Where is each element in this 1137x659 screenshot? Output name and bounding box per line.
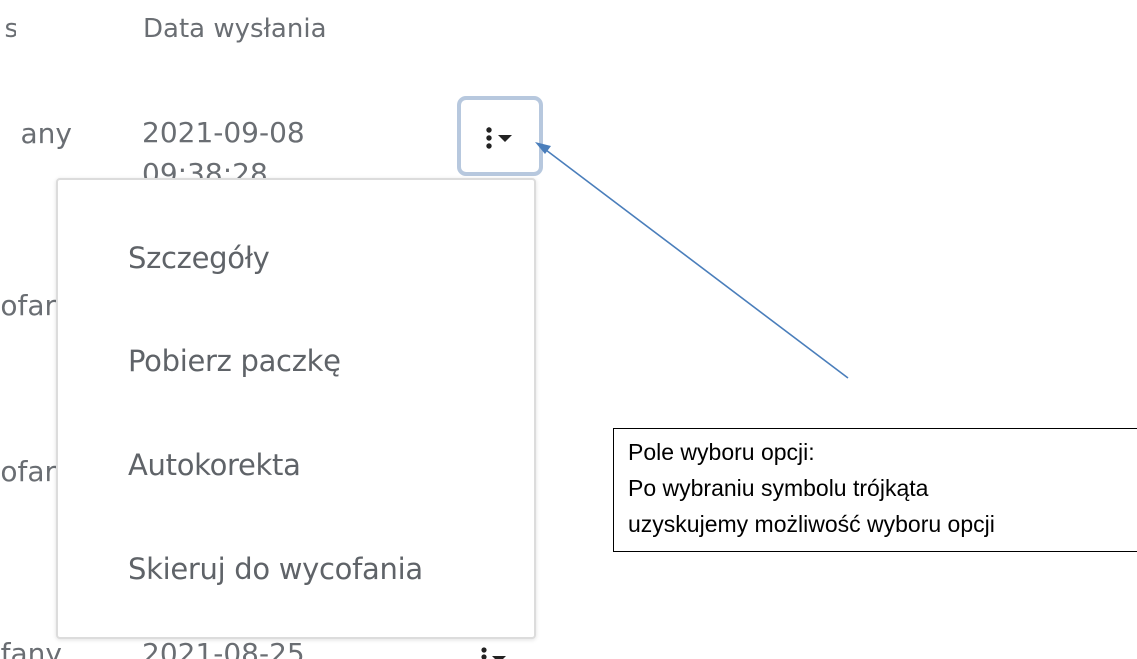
status-header-label: s: [4, 14, 16, 44]
row-1-time: 09:38:28: [142, 158, 402, 179]
annotation-line-1: Pole wyboru opcji:: [628, 439, 815, 465]
row-4-status: ofany: [0, 640, 62, 659]
annotation-callout: Pole wyboru opcji: Po wybraniu symbolu t…: [613, 428, 1137, 552]
row-actions-dropdown-button[interactable]: [457, 96, 543, 176]
date-column-header: Data wysłania: [143, 14, 327, 44]
row-4-date-label: 2021-08-25: [142, 640, 305, 659]
menu-item-send-to-withdrawal[interactable]: Skieruj do wycofania: [58, 536, 534, 600]
kebab-dropdown-icon: [481, 647, 506, 659]
row-3-status: ofar: [0, 458, 56, 492]
row-2-status: ofar: [0, 292, 56, 326]
status-column-header: s: [0, 14, 16, 50]
menu-item-details[interactable]: Szczegóły: [58, 225, 534, 289]
annotation-line-3: uzyskujemy możliwość wyboru opcji: [628, 511, 995, 537]
row-1-date: 2021-09-08: [142, 116, 305, 149]
row-4-status-label: ofany: [0, 640, 62, 659]
menu-item-label: Pobierz paczkę: [128, 344, 341, 378]
row-2-status-label: ofar: [0, 292, 56, 322]
menu-item-label: Skieruj do wycofania: [128, 552, 423, 586]
menu-item-download-package[interactable]: Pobierz paczkę: [58, 328, 534, 392]
kebab-dropdown-icon: [486, 127, 512, 149]
row-4-actions-button[interactable]: [478, 646, 518, 659]
annotation-line-2: Po wybraniu symbolu trójkąta: [628, 475, 929, 501]
row-3-status-label: ofar: [0, 458, 56, 488]
menu-item-autocorrect[interactable]: Autokorekta: [58, 432, 534, 496]
row-4-date: 2021-08-25: [142, 640, 402, 659]
menu-item-label: Szczegóły: [128, 241, 270, 275]
menu-item-label: Autokorekta: [128, 448, 301, 482]
row-1-status: any: [0, 118, 72, 158]
actions-dropdown-menu: Szczegóły Pobierz paczkę Autokorekta Ski…: [56, 178, 536, 639]
row-1-status-label: any: [20, 118, 72, 150]
row-1-time-label: 09:38:28: [142, 158, 268, 179]
